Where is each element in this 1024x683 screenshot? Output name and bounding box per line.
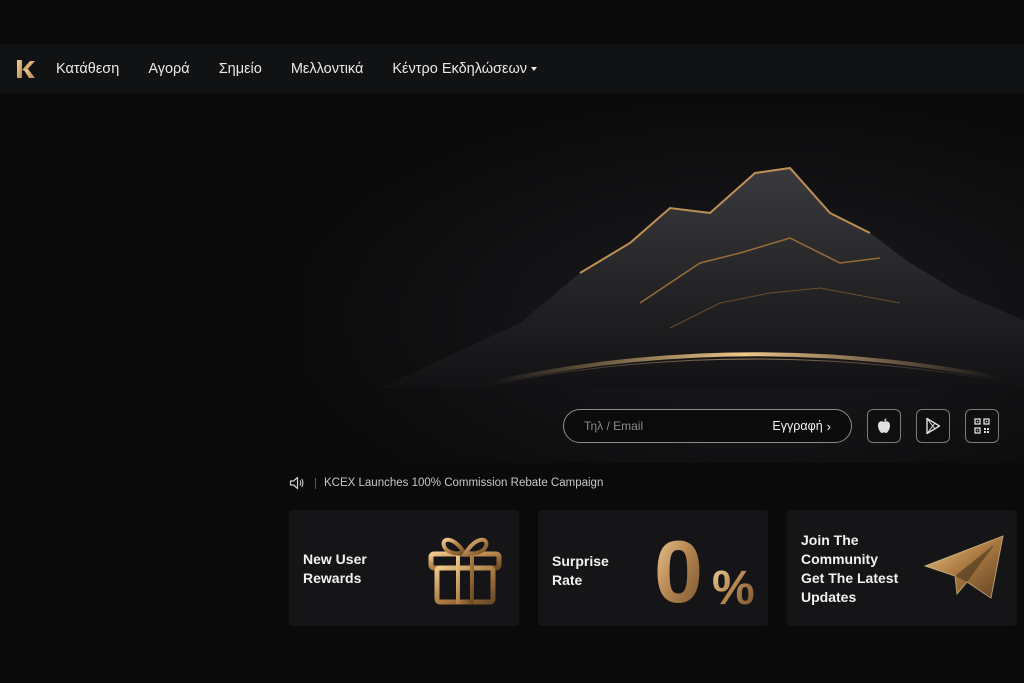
nav-futures[interactable]: Μελλοντικά: [291, 61, 364, 77]
new-user-rewards-card[interactable]: New User Rewards: [289, 510, 519, 626]
google-play-icon: [926, 417, 941, 435]
signup-box: Εγγραφή›: [563, 409, 852, 443]
card-title: Surprise Rate: [552, 553, 609, 588]
google-play-button[interactable]: [916, 409, 950, 443]
join-community-card[interactable]: Join The Community Get The Latest Update…: [787, 510, 1017, 626]
gift-icon: [428, 537, 502, 605]
nav-market[interactable]: Αγορά: [148, 61, 189, 77]
caret-down-icon: [531, 66, 538, 71]
speaker-icon: [289, 476, 304, 490]
logo-k-icon: [17, 59, 35, 78]
card-title: Join The Community Get The Latest Update…: [801, 532, 899, 605]
card-title: New User Rewards: [303, 551, 367, 586]
qr-code-icon: [974, 418, 990, 434]
zero-digit: 0: [654, 524, 703, 616]
top-strip: [0, 0, 1024, 44]
apple-icon: [878, 418, 890, 433]
apple-app-button[interactable]: [867, 409, 901, 443]
top-navbar: Κατάθεση Αγορά Σημείο Μελλοντικά Κέντρο …: [0, 44, 1024, 93]
phone-email-input[interactable]: [584, 419, 734, 433]
percent-sign: %: [712, 562, 755, 615]
kcex-logo[interactable]: [14, 58, 36, 80]
surprise-rate-card[interactable]: Surprise Rate 0 %: [538, 510, 768, 626]
qr-download-button[interactable]: [965, 409, 999, 443]
mountain-illustration: [380, 166, 1024, 388]
announcement-divider: [315, 477, 316, 489]
zero-percent-graphic: 0 %: [654, 524, 755, 616]
chevron-right-icon: ›: [826, 418, 831, 434]
announcement-text[interactable]: KCEX Launches 100% Commission Rebate Cam…: [324, 477, 603, 489]
nav-event-center[interactable]: Κέντρο Εκδηλώσεων: [392, 61, 538, 77]
nav-spot[interactable]: Σημείο: [219, 61, 262, 77]
nav-deposit[interactable]: Κατάθεση: [56, 61, 119, 77]
register-button[interactable]: Εγγραφή ›: [772, 419, 831, 434]
announcement-bar[interactable]: KCEX Launches 100% Commission Rebate Cam…: [289, 475, 603, 491]
telegram-icon: [923, 535, 1004, 599]
